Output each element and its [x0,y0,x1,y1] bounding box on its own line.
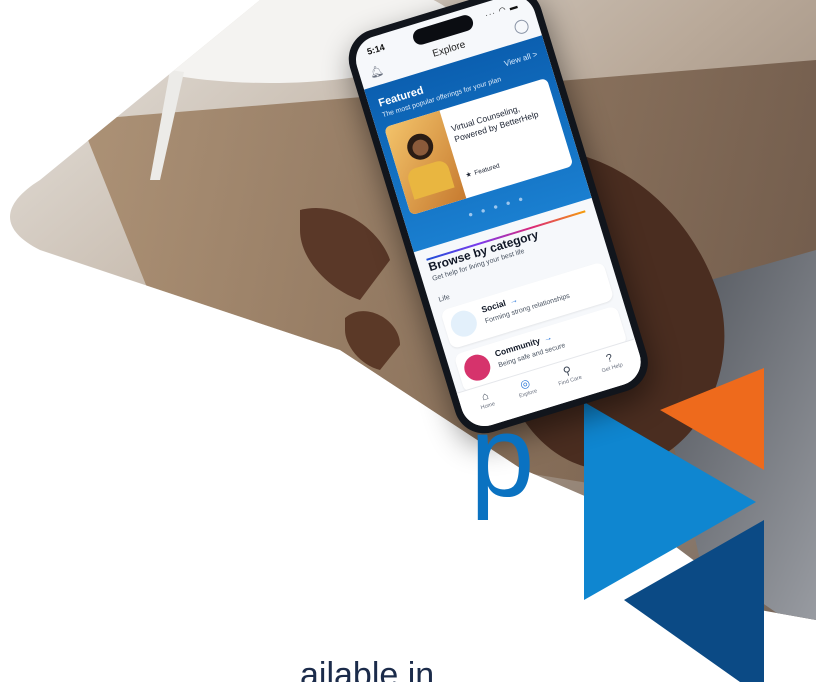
card-title: Virtual Counseling, Powered by BetterHel… [449,103,540,145]
tab-find-care[interactable]: ⚲ Find Care [546,359,590,390]
badge-label: Featured [473,162,501,177]
status-time: 5:14 [365,42,386,57]
view-all-link[interactable]: View all > [503,50,538,69]
arrow-right-icon: → [542,331,554,344]
hero-heading-fragment: p [470,391,535,521]
star-icon: ★ [464,170,473,180]
section-label: Life [437,293,451,304]
status-icons: ··· ◠ ▬ [483,1,520,20]
arrow-right-icon: → [507,294,519,307]
people-icon [447,307,481,340]
tab-get-help[interactable]: ? Get Help [588,346,632,377]
availability-text: ailable in [300,656,435,694]
home-heart-icon [461,351,494,384]
featured-badge: ★Featured [464,162,501,180]
